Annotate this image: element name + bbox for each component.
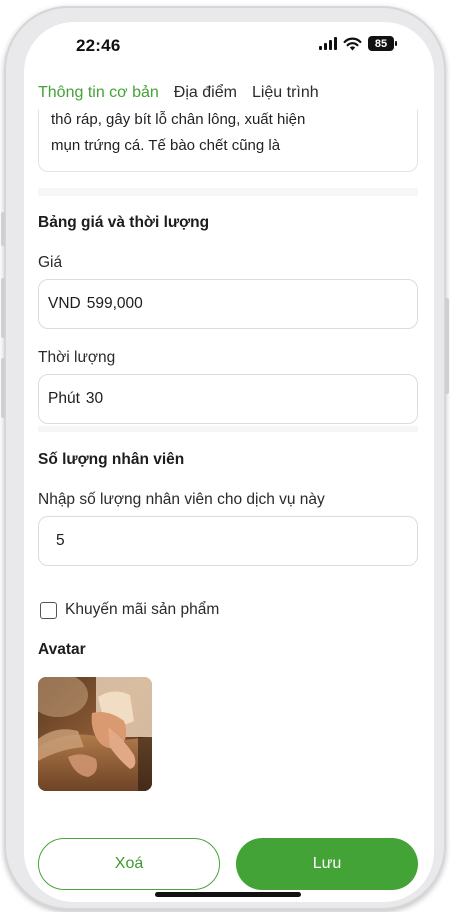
mute-switch <box>1 212 5 246</box>
description-line: mụn trứng cá. Tế bào chết cũng là <box>51 137 281 154</box>
battery-icon: 85 <box>368 36 397 51</box>
price-input[interactable]: VND 599,000 <box>38 279 418 329</box>
pricing-section-title: Bảng giá và thời lượng <box>38 214 210 231</box>
tab-basic-info[interactable]: Thông tin cơ bản <box>38 84 159 102</box>
tab-treatment[interactable]: Liệu trình <box>252 84 319 102</box>
cellular-signal-icon <box>319 37 337 50</box>
avatar-image[interactable] <box>38 677 152 791</box>
duration-input[interactable]: Phút 30 <box>38 374 418 424</box>
staff-count-value: 5 <box>56 532 65 549</box>
status-icons: 85 <box>319 36 397 51</box>
price-value: 599,000 <box>86 295 143 312</box>
staff-count-input[interactable]: 5 <box>38 516 418 566</box>
phone-frame: 22:46 85 Thông tin cơ bản Địa điểm Liệu … <box>1 6 449 910</box>
staff-count-label: Nhập số lượng nhân viên cho dịch vụ này <box>38 491 325 508</box>
avatar-section-title: Avatar <box>38 641 86 658</box>
app-screen: 22:46 85 Thông tin cơ bản Địa điểm Liệu … <box>24 22 434 902</box>
duration-value: 30 <box>85 390 104 407</box>
delete-button[interactable]: Xoá <box>38 838 220 890</box>
duration-unit: Phút <box>48 390 80 407</box>
promotion-checkbox[interactable] <box>40 601 57 619</box>
duration-label: Thời lượng <box>38 349 116 366</box>
home-indicator <box>155 892 301 897</box>
description-textarea[interactable]: thô ráp, gây bít lỗ chân lông, xuất hiện… <box>38 110 418 172</box>
section-divider <box>38 426 418 432</box>
description-line: thô ráp, gây bít lỗ chân lông, xuất hiện <box>51 111 306 128</box>
status-time: 22:46 <box>76 36 121 55</box>
volume-down-button <box>1 358 5 418</box>
promotion-checkbox-row[interactable]: Khuyến mãi sản phẩm <box>40 601 219 619</box>
tab-bar: Thông tin cơ bản Địa điểm Liệu trình <box>38 84 319 102</box>
power-button <box>445 298 449 394</box>
wifi-icon <box>343 37 362 50</box>
massage-photo <box>38 677 152 791</box>
tab-location[interactable]: Địa điểm <box>174 84 237 102</box>
promotion-label: Khuyến mãi sản phẩm <box>65 601 220 618</box>
save-button[interactable]: Lưu <box>236 838 418 890</box>
section-divider <box>38 188 418 196</box>
price-label: Giá <box>38 254 63 271</box>
volume-up-button <box>1 278 5 338</box>
staff-section-title: Số lượng nhân viên <box>38 451 185 468</box>
price-unit: VND <box>48 295 81 312</box>
